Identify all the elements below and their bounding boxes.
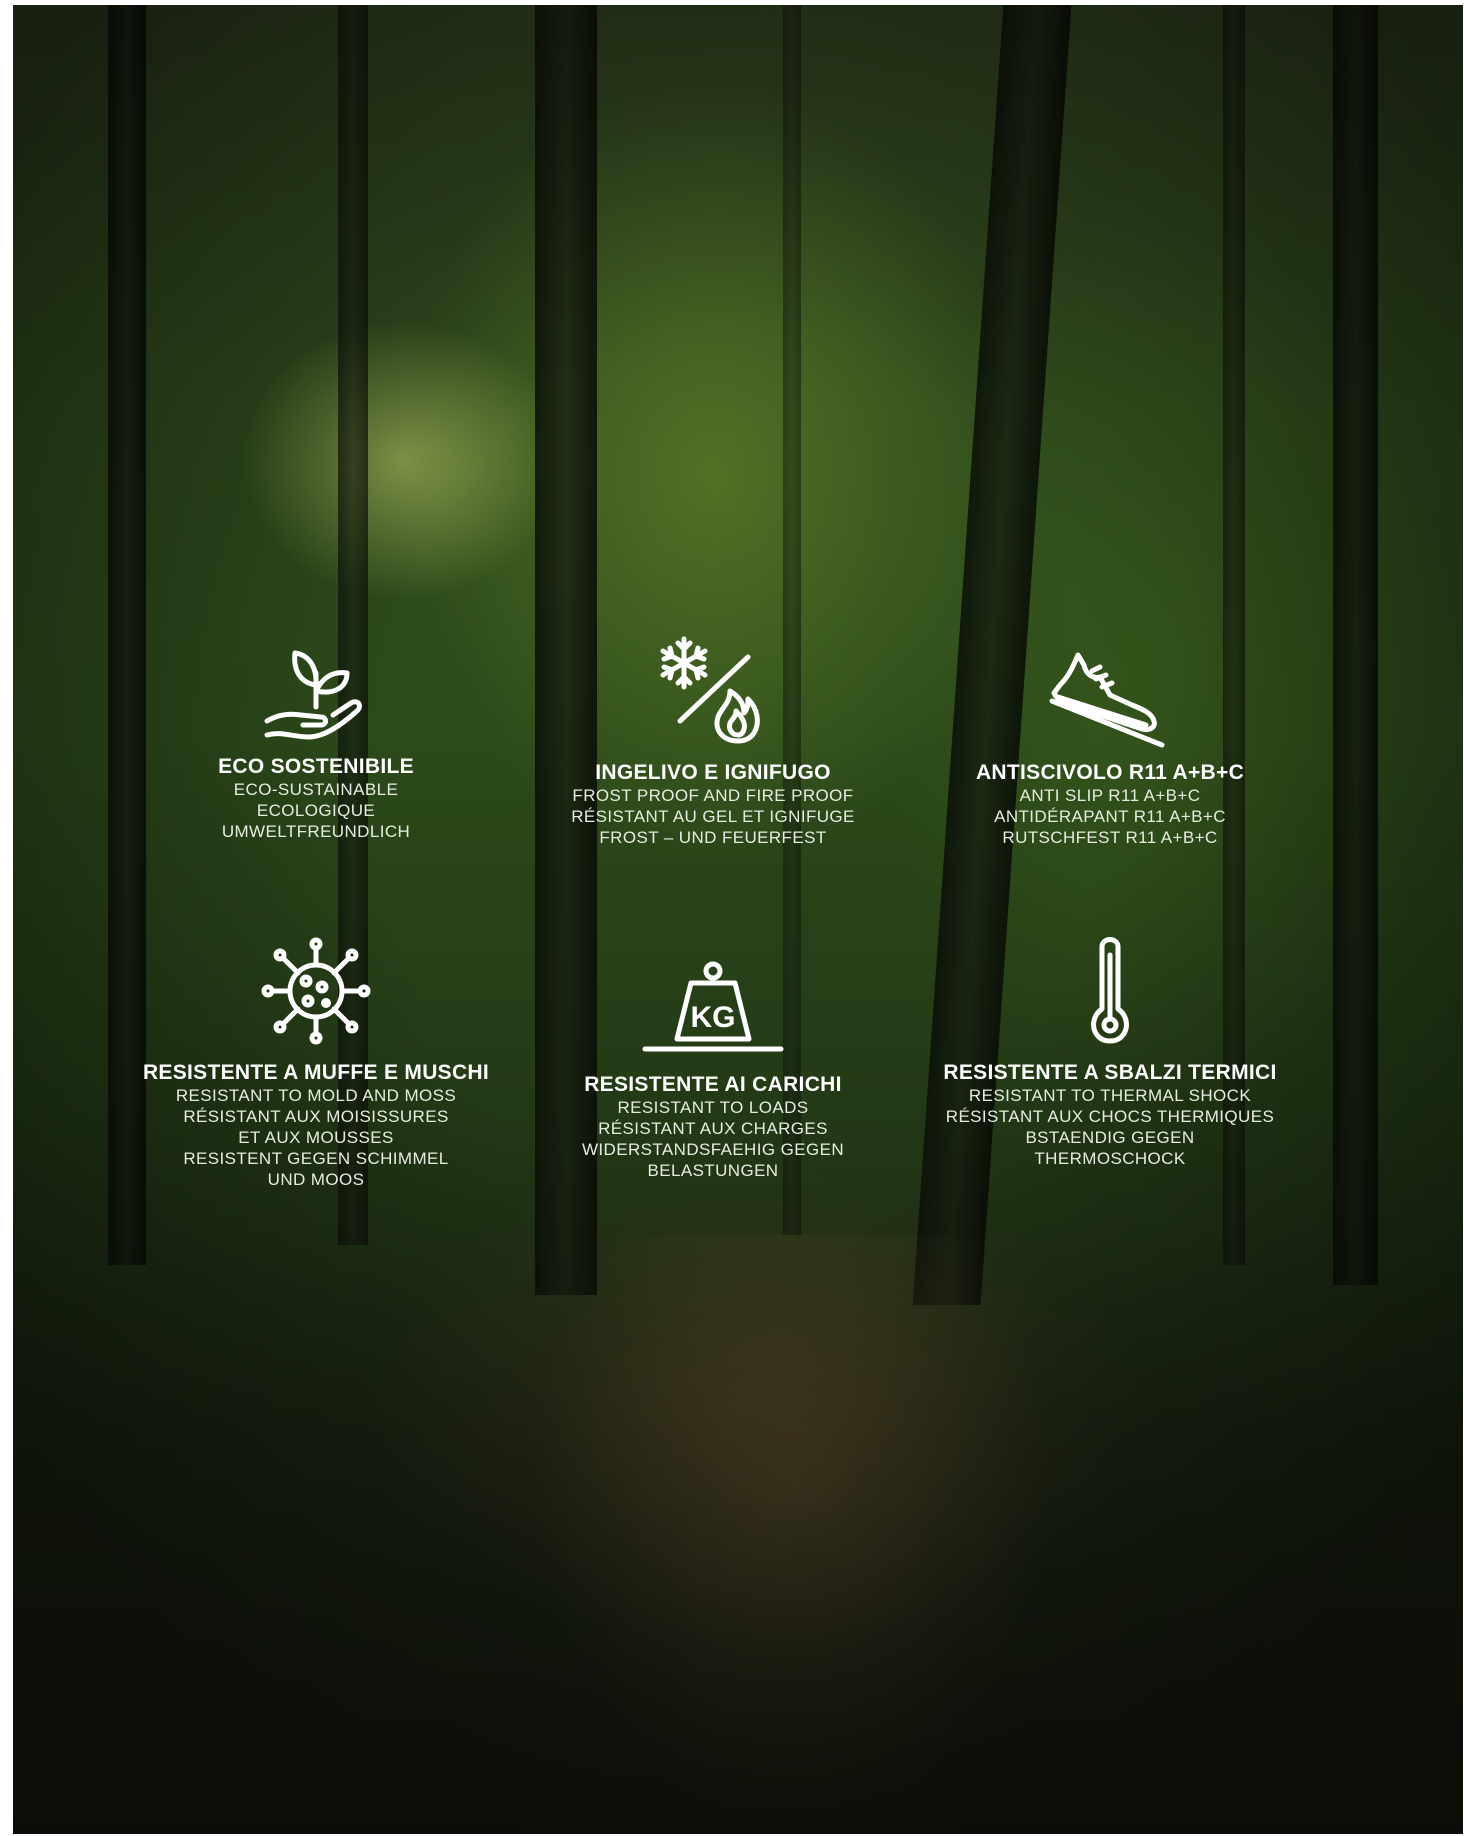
feature-line: RÉSISTANT AUX CHARGES: [598, 1119, 828, 1138]
frost-fire-icon: [513, 636, 913, 744]
forest-background: ECO SOSTENIBILE ECO-SUSTAINABLE ECOLOGIQ…: [13, 5, 1463, 1834]
feature-line: RUTSCHFEST R11 A+B+C: [1002, 828, 1218, 847]
kg-weight-icon: KG: [513, 961, 913, 1052]
vignette-overlay: [13, 5, 1463, 1834]
feature-title: RESISTENTE A MUFFE E MUSCHI: [142, 1061, 490, 1084]
feature-line: ECO-SUSTAINABLE: [233, 780, 399, 799]
feature-line: BELASTUNGEN: [647, 1161, 779, 1180]
feature-resistente-carichi: KG RESISTENTE AI CARICHI RESISTANT TO LO…: [513, 961, 913, 1181]
slip-shoe-icon: [910, 651, 1310, 748]
feature-line: RESISTANT TO THERMAL SHOCK: [968, 1086, 1252, 1105]
feature-line: RÉSISTANT AU GEL ET IGNIFUGE: [571, 807, 855, 826]
feature-title: ANTISCIVOLO R11 A+B+C: [975, 761, 1245, 784]
feature-line: ANTIDÉRAPANT R11 A+B+C: [994, 807, 1226, 826]
feature-title: INGELIVO E IGNIFUGO: [595, 761, 831, 784]
feature-title: RESISTENTE A SBALZI TERMICI: [943, 1061, 1277, 1084]
feature-line: WIDERSTANDSFAEHIG GEGEN: [581, 1140, 845, 1159]
feature-line: RÉSISTANT AUX MOISISSURES: [183, 1107, 449, 1126]
feature-line: RESISTANT TO MOLD AND MOSS: [175, 1086, 457, 1105]
feature-title: ECO SOSTENIBILE: [218, 755, 414, 778]
plant-hand-icon: [116, 645, 516, 743]
thermometer-icon: [910, 935, 1310, 1047]
feature-line: UND MOOS: [267, 1170, 365, 1189]
feature-line: ET AUX MOUSSES: [238, 1128, 394, 1147]
kg-label: KG: [691, 1001, 736, 1034]
feature-line: RESISTANT TO LOADS: [617, 1098, 809, 1117]
feature-resistente-sbalzi: RESISTENTE A SBALZI TERMICI RESISTANT TO…: [910, 935, 1310, 1169]
feature-line: ANTI SLIP R11 A+B+C: [1019, 786, 1201, 805]
feature-line: THERMOSCHOCK: [1034, 1149, 1186, 1168]
feature-line: FROST – UND FEUERFEST: [599, 828, 827, 847]
feature-line: ECOLOGIQUE: [256, 801, 376, 820]
feature-ingelivo-ignifugo: INGELIVO E IGNIFUGO FROST PROOF AND FIRE…: [513, 636, 913, 848]
feature-line: BSTAENDIG GEGEN: [1025, 1128, 1195, 1147]
feature-title: RESISTENTE AI CARICHI: [584, 1073, 842, 1096]
feature-line: UMWELTFREUNDLICH: [221, 822, 411, 841]
feature-resistente-muffe: RESISTENTE A MUFFE E MUSCHI RESISTANT TO…: [116, 935, 516, 1190]
feature-antiscivolo: ANTISCIVOLO R11 A+B+C ANTI SLIP R11 A+B+…: [910, 651, 1310, 848]
feature-line: RESISTENT GEGEN SCHIMMEL: [183, 1149, 449, 1168]
feature-eco-sostenibile: ECO SOSTENIBILE ECO-SUSTAINABLE ECOLOGIQ…: [116, 645, 516, 842]
feature-line: FROST PROOF AND FIRE PROOF: [572, 786, 854, 805]
mold-virus-icon: [116, 935, 516, 1047]
feature-line: RÉSISTANT AUX CHOCS THERMIQUES: [945, 1107, 1275, 1126]
